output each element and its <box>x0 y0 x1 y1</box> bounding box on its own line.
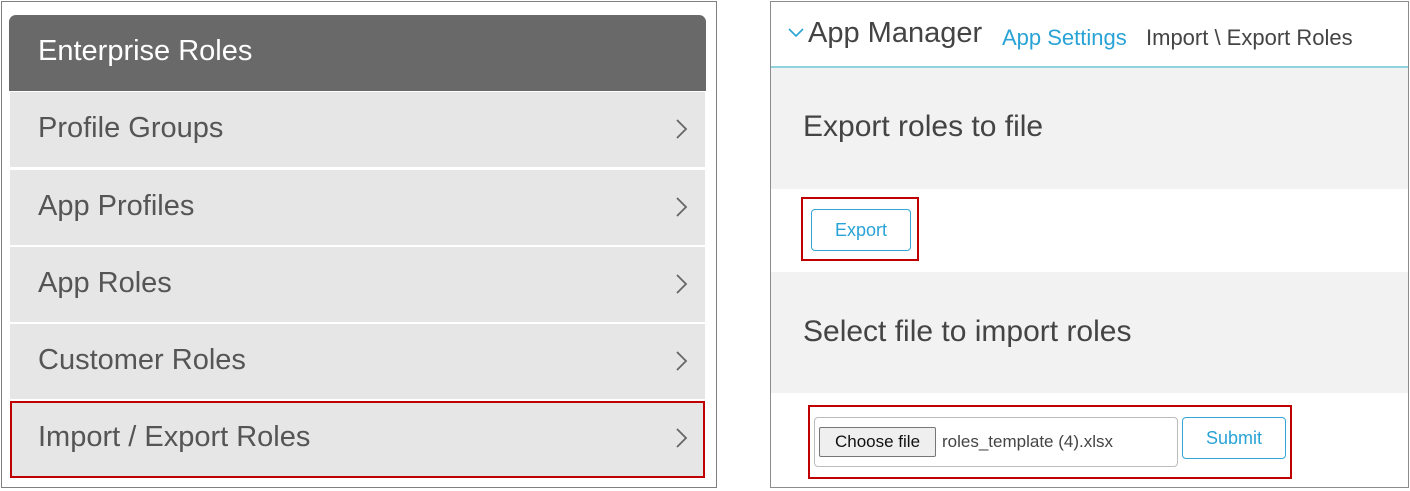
menu-item-label: Import / Export Roles <box>38 421 311 453</box>
breadcrumb-current-page: Import \ Export Roles <box>1146 25 1353 50</box>
export-section: Export roles to file <box>771 68 1408 189</box>
panel-header: Enterprise Roles <box>9 15 706 91</box>
menu-item-import-export-roles[interactable]: Import / Export Roles <box>10 401 705 478</box>
menu-item-label: App Roles <box>38 267 172 299</box>
file-input[interactable]: Choose file roles_template (4).xlsx <box>814 417 1178 467</box>
import-section-title: Select file to import roles <box>803 315 1132 348</box>
breadcrumb: App Manager App Settings Import \ Export… <box>771 2 1408 68</box>
breadcrumb-app-settings-link[interactable]: App Settings <box>1002 25 1127 51</box>
export-section-title: Export roles to file <box>803 110 1044 143</box>
chevron-right-icon <box>676 197 688 217</box>
chevron-down-icon[interactable] <box>788 28 804 38</box>
menu-item-app-roles[interactable]: App Roles <box>10 247 705 322</box>
import-section: Select file to import roles <box>771 272 1408 393</box>
panel-title: Enterprise Roles <box>38 35 253 67</box>
menu-item-app-profiles[interactable]: App Profiles <box>10 170 705 245</box>
chevron-right-icon <box>676 428 688 448</box>
choose-file-button[interactable]: Choose file <box>819 427 936 457</box>
chevron-right-icon <box>676 119 688 139</box>
chevron-right-icon <box>676 351 688 371</box>
menu-item-label: Profile Groups <box>38 112 224 144</box>
menu-item-profile-groups[interactable]: Profile Groups <box>10 92 705 167</box>
selected-file-name: roles_template (4).xlsx <box>942 432 1114 451</box>
menu-item-label: App Profiles <box>38 190 195 222</box>
breadcrumb-app-manager[interactable]: App Manager <box>808 17 982 50</box>
menu-item-label: Customer Roles <box>38 344 246 376</box>
submit-button[interactable]: Submit <box>1182 417 1286 459</box>
export-button[interactable]: Export <box>811 209 911 251</box>
chevron-right-icon <box>676 274 688 294</box>
menu-item-customer-roles[interactable]: Customer Roles <box>10 324 705 399</box>
